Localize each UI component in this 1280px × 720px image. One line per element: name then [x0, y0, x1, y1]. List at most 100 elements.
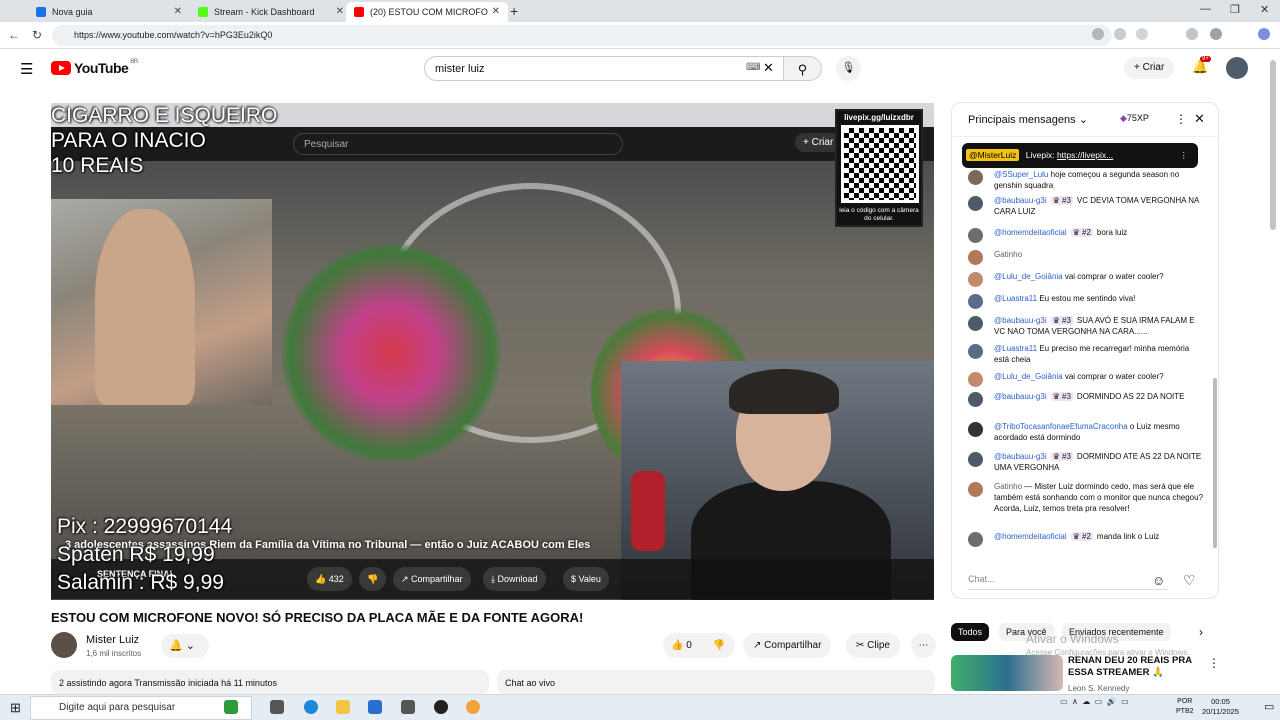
- chat-author[interactable]: @homemdeitaoficial: [994, 228, 1067, 237]
- voice-search-button[interactable]: 🎙: [836, 56, 861, 81]
- chat-author[interactable]: @Lulu_de_Goiânia: [994, 372, 1063, 381]
- chat-author-avatar[interactable]: [968, 250, 983, 265]
- close-icon[interactable]: ✕: [336, 6, 344, 17]
- emoji-icon[interactable]: ☺: [1152, 573, 1165, 588]
- system-tray[interactable]: ▭ ∧ ☁ ▭ 🔊 ▭: [1060, 697, 1129, 706]
- chat-author[interactable]: Gatinho: [994, 250, 1022, 259]
- heart-icon[interactable]: ♡: [1183, 572, 1196, 589]
- more-icon[interactable]: ⋮: [1175, 112, 1187, 126]
- more-icon[interactable]: ⋮: [1180, 143, 1189, 168]
- chat-author[interactable]: @Lulu_de_Goiânia: [994, 272, 1063, 281]
- chat-author[interactable]: @SSuper_Lulu: [994, 170, 1048, 179]
- chat-author[interactable]: @baubauu-g3i: [994, 196, 1047, 205]
- pinned-message[interactable]: @MisterLuiz Livepix: https://livepix... …: [962, 143, 1198, 168]
- edge-icon[interactable]: [304, 700, 318, 714]
- chat-scrollbar[interactable]: [1213, 378, 1217, 548]
- profile-icon[interactable]: [1210, 28, 1222, 40]
- search-button[interactable]: ⚲: [784, 56, 822, 81]
- obs-icon[interactable]: [434, 700, 448, 714]
- url-field[interactable]: https://www.youtube.com/watch?v=hPG3Eu2i…: [52, 25, 1112, 46]
- chat-author-avatar[interactable]: [968, 344, 983, 359]
- mail-icon[interactable]: [401, 700, 415, 714]
- captured-like-button: 👍 432: [307, 567, 352, 591]
- share-button[interactable]: ↗ Compartilhar: [743, 633, 832, 658]
- chat-author-avatar[interactable]: [968, 228, 983, 243]
- chat-input[interactable]: Chat...: [968, 568, 1168, 590]
- chat-mode-dropdown[interactable]: Principais mensagens ⌄: [968, 113, 1088, 126]
- extensions-icon[interactable]: [1186, 28, 1198, 40]
- menu-icon[interactable]: ☰: [20, 62, 33, 77]
- chat-author-avatar[interactable]: [968, 294, 983, 309]
- new-tab-button[interactable]: +: [510, 3, 518, 19]
- tab-youtube-video[interactable]: (20) ESTOU COM MICROFO ✕: [346, 2, 508, 22]
- store-icon[interactable]: [368, 700, 382, 714]
- back-icon[interactable]: ←: [8, 28, 20, 42]
- chat-author-avatar[interactable]: [968, 532, 983, 547]
- more-actions-button[interactable]: ⋯: [911, 633, 936, 658]
- taskbar-clock[interactable]: 00:05 20/11/2025: [1202, 697, 1239, 717]
- chat-author-avatar[interactable]: [968, 316, 983, 331]
- brazil-flag-icon[interactable]: [224, 700, 238, 714]
- create-button[interactable]: + Criar: [1124, 57, 1175, 79]
- chip-todos[interactable]: Todos: [951, 623, 990, 641]
- chat-author-avatar[interactable]: [968, 372, 983, 387]
- tab-nova-guia[interactable]: Nova guia ✕: [28, 2, 190, 22]
- maximize-icon[interactable]: ❐: [1230, 3, 1240, 16]
- tab-kick-dashboard[interactable]: Stream - Kick Dashboard ✕: [190, 2, 352, 22]
- channel-name[interactable]: Mister Luiz: [86, 634, 139, 646]
- windows-taskbar: ⊞ Digite aqui para pesquisar ▭ ∧ ☁ ▭ 🔊 ▭…: [0, 694, 1280, 720]
- notification-center-icon[interactable]: ▭: [1264, 700, 1274, 713]
- keyboard-icon[interactable]: ⌨: [746, 62, 760, 73]
- chat-author[interactable]: @Luastra11: [994, 294, 1037, 303]
- donation-overlay: CIGARRO E ISQUEIRO PARA O INACIO 10 REAI…: [51, 104, 278, 177]
- more-icon[interactable]: ⋮: [1208, 656, 1220, 670]
- chat-author[interactable]: @baubauu-g3i: [994, 452, 1047, 461]
- chat-message-text: @baubauu-g3i ♛ #3 DORMINDO ATE AS 22 DA NO…: [994, 451, 1206, 473]
- page-scrollbar[interactable]: [1270, 60, 1276, 230]
- recommended-video-thumbnail[interactable]: [951, 655, 1063, 691]
- chat-author[interactable]: Gatinho: [994, 482, 1022, 491]
- chat-author-avatar[interactable]: [968, 422, 983, 437]
- close-window-icon[interactable]: ✕: [1260, 3, 1269, 16]
- xp-badge[interactable]: ◆75XP: [1120, 113, 1149, 124]
- video-player[interactable]: Pesquisar + Criar CIGARRO E ISQUEIRO PAR…: [51, 103, 934, 600]
- windows-start-icon[interactable]: ⊞: [10, 700, 21, 716]
- star-icon[interactable]: [1136, 28, 1148, 40]
- chat-text: vai comprar o water cooler?: [1064, 372, 1164, 381]
- chat-author-avatar[interactable]: [968, 272, 983, 287]
- chat-author[interactable]: @homemdeitaoficial: [994, 532, 1067, 541]
- channel-avatar[interactable]: [51, 632, 77, 658]
- thumbs-down-icon[interactable]: 👎: [713, 640, 725, 651]
- chat-author[interactable]: @Luastra11: [994, 344, 1037, 353]
- like-button[interactable]: 👍 0 👎: [663, 633, 735, 658]
- chat-author-avatar[interactable]: [968, 452, 983, 467]
- extension-icon[interactable]: [1092, 28, 1104, 40]
- chrome-icon[interactable]: [466, 700, 480, 714]
- reload-icon[interactable]: ↻: [32, 28, 42, 42]
- chat-author-avatar[interactable]: [968, 196, 983, 211]
- close-icon[interactable]: ✕: [492, 6, 500, 17]
- account-avatar[interactable]: [1226, 57, 1248, 79]
- chevron-right-icon[interactable]: ›: [1199, 625, 1203, 639]
- task-view-icon[interactable]: [270, 700, 284, 714]
- youtube-logo[interactable]: YouTube BR: [51, 59, 138, 76]
- close-icon[interactable]: ✕: [174, 6, 182, 17]
- chat-author[interactable]: @baubauu-g3i: [994, 316, 1047, 325]
- chat-author[interactable]: @baubauu-g3i: [994, 392, 1047, 401]
- subscription-bell-button[interactable]: 🔔 ⌄: [161, 634, 209, 658]
- file-explorer-icon[interactable]: [336, 700, 350, 714]
- clip-button[interactable]: ✂ Clipe: [846, 633, 900, 658]
- clear-search-icon[interactable]: ✕: [763, 60, 774, 76]
- copilot-icon[interactable]: [1258, 28, 1270, 40]
- extension-icon[interactable]: [1114, 28, 1126, 40]
- chat-author-avatar[interactable]: [968, 392, 983, 407]
- chat-author-avatar[interactable]: [968, 482, 983, 497]
- search-input[interactable]: mister luiz: [424, 56, 784, 81]
- recommended-video-title[interactable]: RENAN DEU 20 REAIS PRA ESSA STREAMER 🙏: [1068, 655, 1200, 679]
- chat-author[interactable]: @TriboTocasanfonaeEfumaCraconha: [994, 422, 1128, 431]
- close-icon[interactable]: ✕: [1194, 111, 1205, 127]
- taskbar-search[interactable]: Digite aqui para pesquisar: [30, 696, 252, 720]
- minimize-icon[interactable]: —: [1200, 3, 1211, 15]
- input-language[interactable]: POR PTB2: [1176, 697, 1194, 717]
- chat-author-avatar[interactable]: [968, 170, 983, 185]
